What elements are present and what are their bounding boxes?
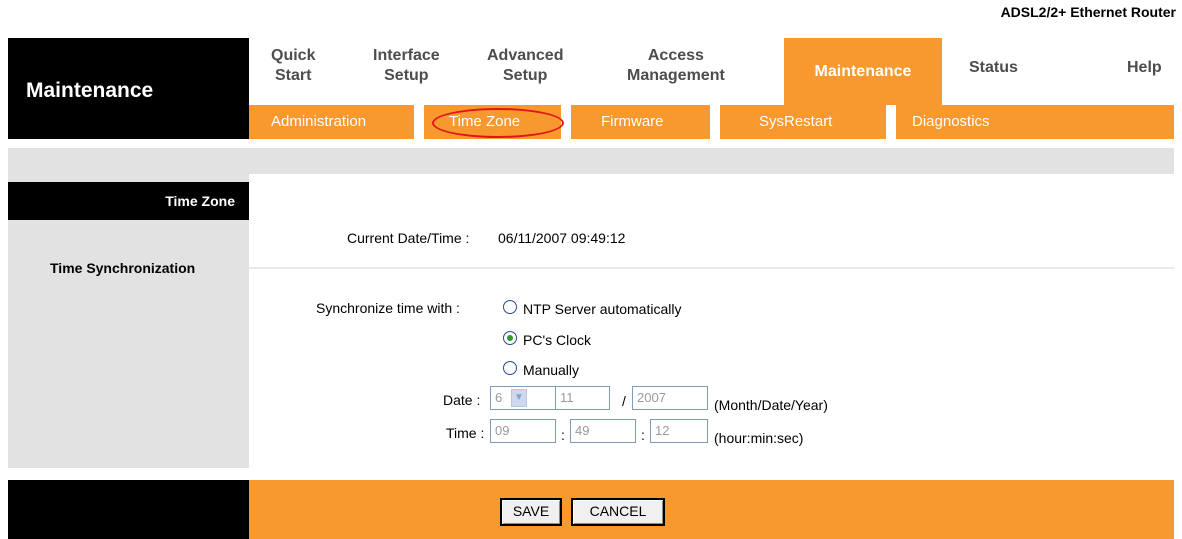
tab-label-line1: Status: [969, 59, 1018, 76]
sub-nav: Administration Time Zone Firmware SysRes…: [249, 105, 1174, 139]
subtab-diagnostics[interactable]: Diagnostics: [912, 105, 990, 139]
save-button[interactable]: SAVE: [500, 498, 562, 526]
tab-label-line2: Setup: [503, 67, 548, 84]
radio-label-pc-clock: PC's Clock: [523, 332, 592, 348]
date-day-input[interactable]: 11: [555, 386, 610, 410]
radio-manually[interactable]: [503, 361, 517, 375]
tab-maintenance[interactable]: Maintenance: [784, 38, 942, 105]
tab-label-line1: Maintenance: [814, 62, 912, 80]
submenu-divider: [710, 105, 720, 139]
tab-label-line1: Quick: [271, 47, 316, 64]
radio-pc-clock[interactable]: [503, 331, 517, 345]
tab-label-line1: Interface: [373, 47, 440, 64]
time-separator: :: [641, 427, 645, 443]
submenu-left-block: [8, 105, 249, 139]
footer-left-block: [8, 480, 249, 539]
radio-ntp-server[interactable]: [503, 300, 517, 314]
sync-label: Synchronize time with :: [316, 300, 460, 316]
tab-label-line2: Setup: [384, 67, 429, 84]
main-nav: Quick Start Interface Setup Advanced Set…: [249, 38, 1174, 105]
sidebar-time-zone-heading: Time Zone: [8, 182, 249, 220]
date-format-hint: (Month/Date/Year): [714, 397, 828, 413]
tab-help[interactable]: Help: [1127, 58, 1162, 78]
cancel-button[interactable]: CANCEL: [571, 498, 665, 526]
subtab-firmware[interactable]: Firmware: [601, 105, 664, 139]
highlight-circle: [432, 108, 564, 138]
time-second-input[interactable]: 12: [650, 419, 708, 443]
submenu-divider: [886, 105, 896, 139]
time-minute-input[interactable]: 49: [570, 419, 636, 443]
date-label: Date :: [443, 392, 481, 408]
radio-label-manually: Manually: [523, 362, 580, 378]
tab-interface-setup[interactable]: Interface Setup: [373, 46, 440, 86]
tab-label-line1: Help: [1127, 59, 1162, 76]
time-label: Time :: [446, 425, 485, 441]
section-divider: [249, 267, 1174, 269]
tab-label-line2: Management: [627, 67, 725, 84]
subtab-sysrestart[interactable]: SysRestart: [759, 105, 832, 139]
spacer-bar: [8, 148, 1174, 174]
time-separator: :: [561, 427, 565, 443]
footer-bar: [249, 480, 1174, 539]
tab-label-line2: Start: [275, 67, 312, 84]
date-month-select[interactable]: 6 ▼: [490, 386, 560, 410]
subtab-administration[interactable]: Administration: [271, 105, 366, 139]
time-hour-input[interactable]: 09: [490, 419, 556, 443]
tab-quick-start[interactable]: Quick Start: [271, 46, 315, 86]
current-datetime-label: Current Date/Time :: [347, 230, 470, 246]
tab-label-line1: Access: [647, 47, 704, 64]
section-title: Maintenance: [26, 79, 154, 102]
radio-label-ntp: NTP Server automatically: [523, 301, 682, 317]
date-separator: /: [622, 393, 626, 409]
current-datetime-value: 06/11/2007 09:49:12: [498, 230, 626, 246]
tab-label-line1: Advanced: [487, 47, 564, 64]
tab-status[interactable]: Status: [969, 58, 1018, 78]
tab-advanced-setup[interactable]: Advanced Setup: [487, 46, 563, 86]
date-year-input[interactable]: 2007: [632, 386, 708, 410]
tab-access-management[interactable]: Access Management: [627, 46, 725, 86]
section-title-block: Maintenance: [8, 38, 249, 105]
submenu-divider: [414, 105, 424, 139]
sidebar-time-sync-heading: Time Synchronization: [50, 260, 196, 276]
chevron-down-icon[interactable]: ▼: [511, 389, 527, 407]
date-month-value: 6: [495, 390, 503, 405]
product-name: ADSL2/2+ Ethernet Router: [1000, 4, 1176, 20]
time-format-hint: (hour:min:sec): [714, 430, 804, 446]
